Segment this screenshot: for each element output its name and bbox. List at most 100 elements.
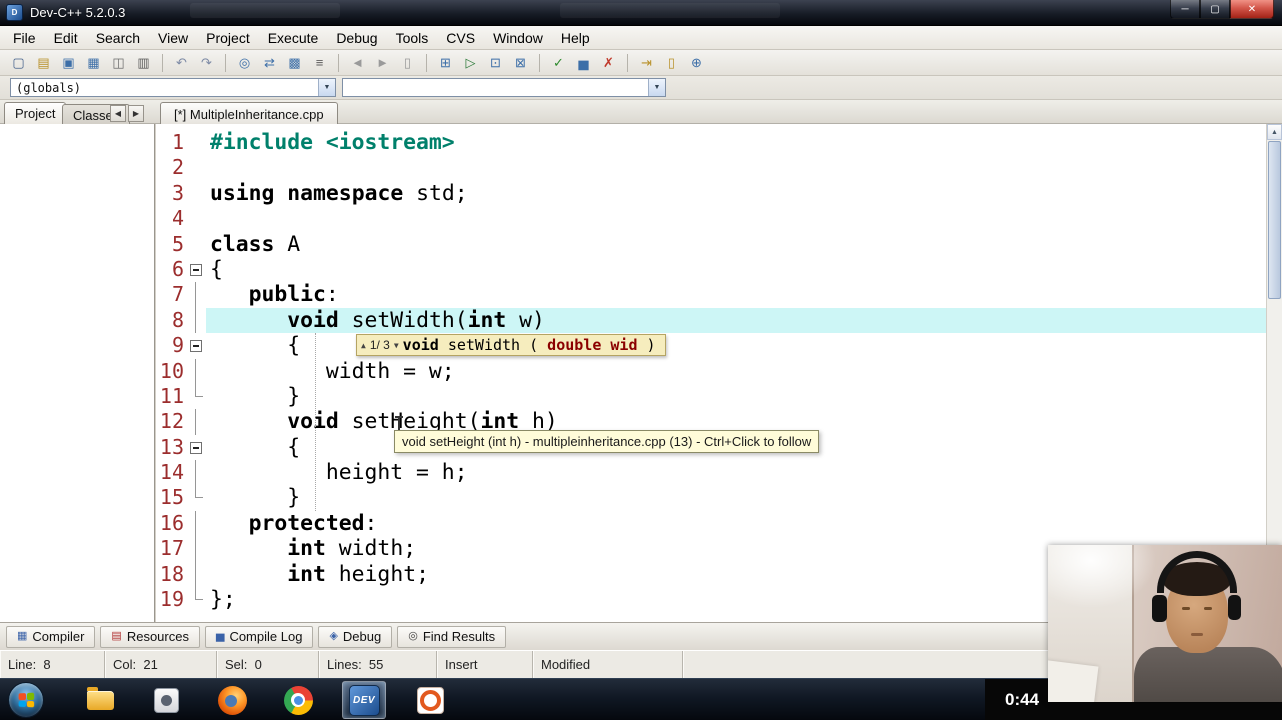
toolbar-forward-button[interactable]: ► xyxy=(371,52,394,74)
toolbar-back-button[interactable]: ◄ xyxy=(346,52,369,74)
code-text: void setWidth(int w) xyxy=(206,307,1266,334)
toolbar-save-button[interactable]: ▣ xyxy=(57,52,80,74)
tab-scroll-right-icon[interactable]: ▶ xyxy=(128,105,144,122)
toolbar-print-button[interactable]: ▥ xyxy=(132,52,155,74)
titlebar[interactable]: D Dev-C++ 5.2.0.3 ─ ▢ ✕ xyxy=(0,0,1282,26)
toolbar-run-button[interactable]: ▷ xyxy=(459,52,482,74)
menu-window[interactable]: Window xyxy=(484,27,552,49)
toolbar-replace-button[interactable]: ⇄ xyxy=(258,52,281,74)
code-line[interactable]: 4 xyxy=(156,206,1266,231)
menu-execute[interactable]: Execute xyxy=(259,27,328,49)
toolbar-save-all-button[interactable]: ▦ xyxy=(82,52,105,74)
maximize-button[interactable]: ▢ xyxy=(1200,0,1230,19)
tab-find-results[interactable]: ◎ Find Results xyxy=(397,625,507,648)
start-button[interactable] xyxy=(8,682,44,718)
fold-marker xyxy=(187,232,206,257)
toolbar-find-in-files-button[interactable]: ▩ xyxy=(283,52,306,74)
toolbar-redo-button[interactable]: ↷ xyxy=(195,52,218,74)
code-line[interactable]: 14 height = h; xyxy=(156,460,1266,486)
menu-file[interactable]: File xyxy=(4,27,45,49)
resources-icon: ▤ xyxy=(111,630,122,642)
editor-tab-multipleinheritance[interactable]: [*] MultipleInheritance.cpp xyxy=(160,102,338,124)
toolbar-compile-and-run-button[interactable]: ⊡ xyxy=(484,52,507,74)
code-line[interactable]: 8 void setWidth(int w) xyxy=(156,307,1266,334)
status-lines: Lines: 55 xyxy=(319,651,437,678)
toolbar-rebuild-all-button[interactable]: ⊠ xyxy=(509,52,532,74)
menu-tools[interactable]: Tools xyxy=(387,27,438,49)
fold-marker xyxy=(187,460,206,486)
code-line[interactable]: 10 width = w; xyxy=(156,358,1266,385)
tab-compiler[interactable]: ▦ Compiler xyxy=(6,625,96,648)
toolbar-compile-button[interactable]: ⊞ xyxy=(434,52,457,74)
toolbar-open-button[interactable]: ▤ xyxy=(32,52,55,74)
maximize-icon: ▢ xyxy=(1210,3,1220,15)
menu-search[interactable]: Search xyxy=(87,27,149,49)
project-panel[interactable] xyxy=(0,124,155,622)
toolbar-goto-line-button[interactable]: ≡ xyxy=(308,52,331,74)
code-line[interactable]: 2 xyxy=(156,155,1266,180)
chrome-icon xyxy=(283,685,313,715)
taskbar-firefox[interactable] xyxy=(210,681,254,719)
code-line[interactable]: 16 protected: xyxy=(156,510,1266,537)
toolbar-close-file-button[interactable]: ◫ xyxy=(107,52,130,74)
code-line[interactable]: 7 public: xyxy=(156,282,1266,309)
overload-up-icon[interactable]: ▲ xyxy=(361,341,366,350)
fold-marker[interactable] xyxy=(187,435,206,460)
toolbar-undo-button[interactable]: ↶ xyxy=(170,52,193,74)
toolbar-profile-button[interactable]: ▅ xyxy=(572,52,595,74)
globals-combobox[interactable]: (globals) ▼ xyxy=(10,78,336,97)
scrollbar-thumb[interactable] xyxy=(1268,141,1281,299)
chevron-down-icon[interactable]: ▼ xyxy=(318,79,335,96)
chevron-down-icon[interactable]: ▼ xyxy=(648,79,665,96)
menu-view[interactable]: View xyxy=(149,27,197,49)
scroll-up-icon[interactable]: ▲ xyxy=(1267,124,1282,140)
taskbar-recorder[interactable] xyxy=(408,681,452,719)
minimize-button[interactable]: ─ xyxy=(1170,0,1200,19)
tab-debug[interactable]: ◈ Debug xyxy=(318,625,393,648)
tab-project[interactable]: Project xyxy=(4,102,67,124)
toolbar-delete-profiling-button[interactable]: ✗ xyxy=(597,52,620,74)
taskbar-chrome[interactable] xyxy=(276,681,320,719)
overload-down-icon[interactable]: ▼ xyxy=(394,341,399,350)
menu-project[interactable]: Project xyxy=(197,27,259,49)
toolbar-find-button[interactable]: ◎ xyxy=(233,52,256,74)
person-mouth xyxy=(1191,633,1203,636)
menu-debug[interactable]: Debug xyxy=(327,27,386,49)
devcpp-icon: DEV xyxy=(348,684,380,716)
toolbar-insert-special-button[interactable]: ⊕ xyxy=(685,52,708,74)
code-line[interactable]: 9 { xyxy=(156,333,1266,358)
tab-resources[interactable]: ▤ Resources xyxy=(100,625,200,648)
fold-marker[interactable] xyxy=(187,257,206,282)
close-button[interactable]: ✕ xyxy=(1230,0,1274,19)
insert-special-icon: ⊕ xyxy=(691,55,702,70)
code-text: using namespace std; xyxy=(210,180,468,206)
toolbar-bookmarks-button[interactable]: ▯ xyxy=(396,52,419,74)
person-torso xyxy=(1134,647,1282,702)
code-line[interactable]: 5 class A xyxy=(156,232,1266,257)
code-text: { xyxy=(210,256,223,282)
taskbar-devcpp[interactable]: DEV xyxy=(342,681,386,719)
code-line[interactable]: 6{ xyxy=(156,257,1266,282)
code-line[interactable]: 15 } xyxy=(156,485,1266,510)
toolbar-syntax-check-button[interactable]: ✓ xyxy=(547,52,570,74)
menu-help[interactable]: Help xyxy=(552,27,599,49)
toolbar-new-file-button[interactable]: ▢ xyxy=(7,52,30,74)
taskbar-explorer[interactable] xyxy=(78,681,122,719)
globals-combobox-value: (globals) xyxy=(16,80,82,95)
toolbar-toggle-bookmark-button[interactable]: ▯ xyxy=(660,52,683,74)
menu-cvs[interactable]: CVS xyxy=(437,27,484,49)
toolbar-goto-bookmark-button[interactable]: ⇥ xyxy=(635,52,658,74)
menu-edit[interactable]: Edit xyxy=(45,27,87,49)
fold-marker[interactable] xyxy=(187,333,206,358)
autocomplete-popup[interactable]: ▲ 1/ 3 ▼ void setWidth ( double wid ) xyxy=(356,334,666,356)
fold-marker xyxy=(187,282,206,309)
members-combobox[interactable]: ▼ xyxy=(342,78,666,97)
code-line[interactable]: 1 #include <iostream> xyxy=(156,130,1266,155)
code-line[interactable]: 11 } xyxy=(156,383,1266,409)
tab-compile-log[interactable]: ▅ Compile Log xyxy=(204,625,314,648)
code-line[interactable]: 3 using namespace std; xyxy=(156,181,1266,206)
tab-scroll-left-icon[interactable]: ◀ xyxy=(110,105,126,122)
code-text: } xyxy=(210,485,301,511)
taskbar-app[interactable] xyxy=(144,681,188,719)
toolbar-separator xyxy=(225,53,226,72)
